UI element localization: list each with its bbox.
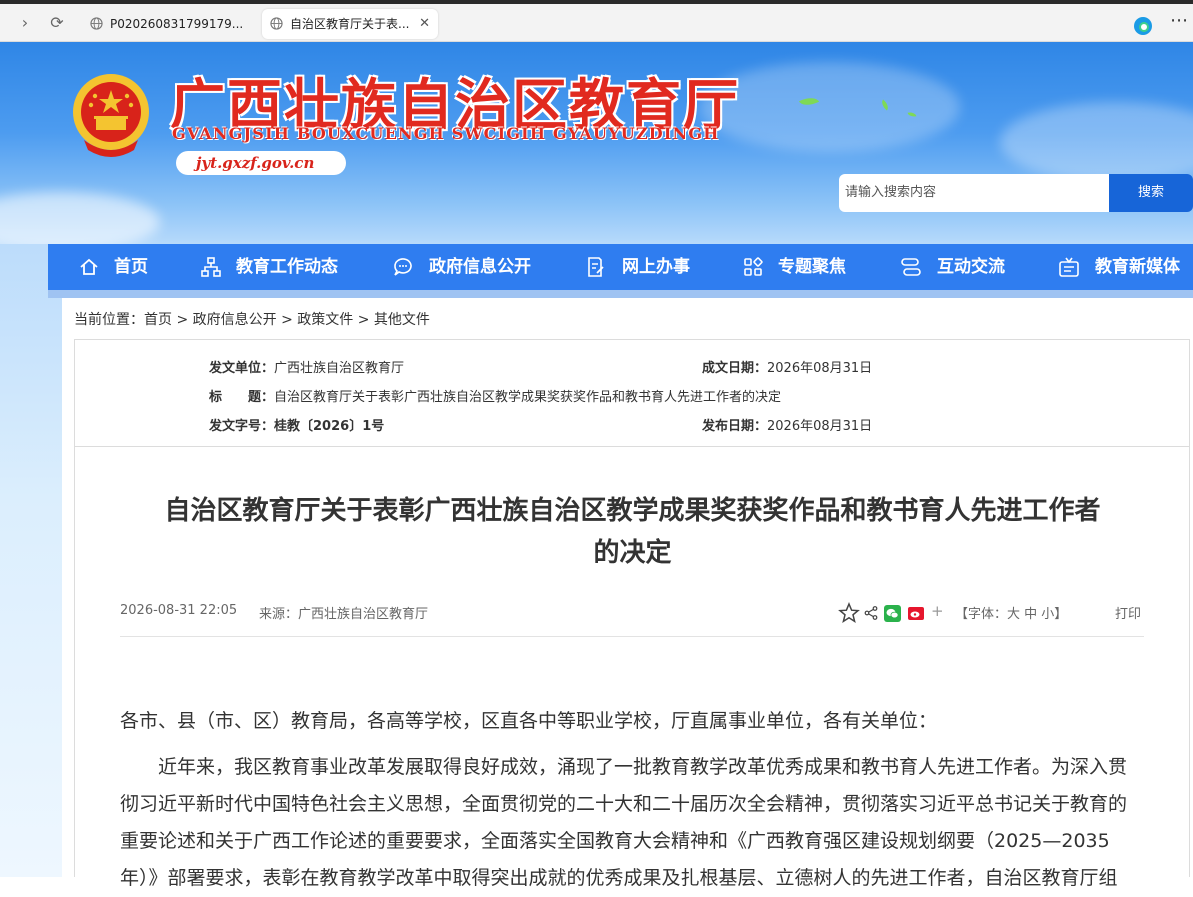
breadcrumb-item-policy[interactable]: 政策文件 xyxy=(297,312,353,328)
tab-label: 自治区教育厅关于表... xyxy=(290,17,410,31)
article-title: 自治区教育厅关于表彰广西壮族自治区教学成果奖获奖作品和教书育人先进工作者 的决定 xyxy=(164,496,1101,568)
edit-doc-icon xyxy=(588,257,604,277)
article-paragraph-line: 近年来，我区教育事业改革发展取得良好成效，涌现了一批教育教学改革优秀成果和教书育… xyxy=(120,756,1128,778)
org-chart-icon xyxy=(201,257,221,277)
breadcrumb-item-gov-info[interactable]: 政府信息公开 xyxy=(193,312,277,328)
main-nav: 首页 教育工作动态 政府信息公开 网上办事 专题聚焦 互动交流 教育新媒体 xyxy=(48,244,1193,290)
meta-issuer: 发文单位：广西壮族自治区教育厅 xyxy=(209,361,405,376)
meta-made-date: 成文日期：2026年08月31日 xyxy=(702,361,873,376)
grid-icon xyxy=(744,257,763,276)
breadcrumb-item-home[interactable]: 首页 xyxy=(144,312,172,328)
globe-icon xyxy=(90,17,103,30)
chat-bubble-icon xyxy=(394,258,412,276)
article-paragraph-line: 重要论述和关于广西工作论述的重要要求，全面落实全国教育大会精神和《广西教育强区建… xyxy=(120,830,1110,852)
font-size-control[interactable]: 【字体：大 中 小】 xyxy=(955,603,1067,622)
tab-pdf[interactable]: P020260831799179... xyxy=(82,9,252,39)
search-input[interactable]: 请输入搜索内容 xyxy=(839,174,1109,212)
wechat-icon[interactable] xyxy=(884,605,901,622)
meta-doc-number: 发文字号：桂教〔2026〕1号 xyxy=(209,419,385,434)
close-tab-icon[interactable]: ✕ xyxy=(419,9,430,39)
site-banner: 广西壮族自治区教育厅 GVANGJSIH BOUXCUENGH SWCIGIH … xyxy=(0,42,1193,244)
breadcrumb-item-other[interactable]: 其他文件 xyxy=(374,312,430,328)
site-url[interactable]: jyt.gxzf.gov.cn xyxy=(176,151,346,175)
breadcrumb-separator: > xyxy=(176,312,189,328)
article-divider xyxy=(120,636,1144,637)
star-favorite-icon[interactable] xyxy=(838,602,860,624)
article-datetime: 2026-08-31 22:05 xyxy=(120,603,238,618)
nav-item-news[interactable]: 教育工作动态 xyxy=(200,244,360,290)
article-salutation: 各市、县（市、区）教育局，各高等学校，区直各中等职业学校，厅直属事业单位，各有关… xyxy=(120,710,938,732)
breadcrumb-separator: > xyxy=(281,312,293,328)
nav-item-online-service[interactable]: 网上办事 xyxy=(584,244,714,290)
breadcrumb: 当前位置：首页 > 政府信息公开 > 政策文件 > 其他文件 xyxy=(74,312,430,328)
weibo-icon[interactable] xyxy=(908,607,924,620)
nav-item-gov-info[interactable]: 政府信息公开 xyxy=(392,244,552,290)
article-source: 来源：广西壮族自治区教育厅 xyxy=(259,607,429,622)
article-paragraph-line: 年）》部署要求，表彰在教育教学改革中取得突出成就的优秀成果及扎根基层、立德树人的… xyxy=(120,867,1118,889)
globe-icon xyxy=(270,17,283,30)
tab-label: P020260831799179... xyxy=(110,17,244,31)
nav-item-new-media[interactable]: 教育新媒体 xyxy=(1058,244,1193,290)
page-side-background xyxy=(0,244,62,877)
article-paragraph-line: 彻习近平新时代中国特色社会主义思想，全面贯彻党的二十大和二十届历次全会精神，贯彻… xyxy=(120,793,1128,815)
nav-item-home[interactable]: 首页 xyxy=(78,244,178,290)
back-icon[interactable]: › xyxy=(12,11,38,35)
meta-title: 标 题：自治区教育厅关于表彰广西壮族自治区教学成果奖获奖作品和教书育人先进工作者… xyxy=(209,390,782,405)
nav-item-interaction[interactable]: 互动交流 xyxy=(900,244,1030,290)
edge-icon[interactable] xyxy=(1133,16,1153,36)
breadcrumb-separator: > xyxy=(357,312,370,328)
share-icon[interactable] xyxy=(864,606,878,620)
media-icon xyxy=(1059,257,1079,277)
home-icon xyxy=(80,258,98,275)
print-button[interactable]: 打印 xyxy=(1115,603,1141,622)
tab-article[interactable]: 自治区教育厅关于表... ✕ xyxy=(262,9,438,39)
exchange-icon xyxy=(901,258,921,276)
site-subtitle: GVANGJSIH BOUXCUENGH SWCIGIH GYAUYUZDING… xyxy=(172,124,720,143)
plus-icon[interactable]: + xyxy=(931,602,944,620)
meta-publish-date: 发布日期：2026年08月31日 xyxy=(702,419,873,434)
more-menu-icon[interactable]: ⋯ xyxy=(1170,10,1188,31)
refresh-icon[interactable]: ⟳ xyxy=(44,11,70,35)
search-button[interactable]: 搜索 xyxy=(1109,174,1193,212)
nav-item-topics[interactable]: 专题聚焦 xyxy=(742,244,872,290)
national-emblem-icon xyxy=(73,74,149,157)
browser-tab-bar: › ⟳ P020260831799179... 自治区教育厅关于表... ✕ ⋯ xyxy=(0,4,1193,42)
nav-shadow xyxy=(48,290,1193,298)
